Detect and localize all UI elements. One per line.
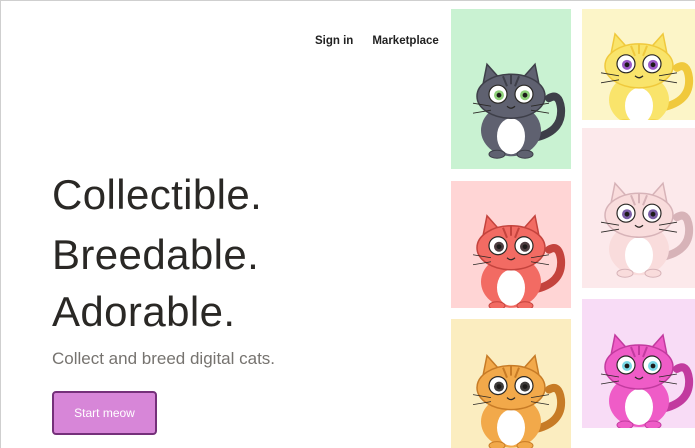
sign-in-link[interactable]: Sign in [315, 35, 353, 47]
cat-illustration [472, 353, 566, 448]
start-meow-button[interactable]: Start meow [52, 391, 157, 435]
top-nav: Sign in Marketplace [315, 35, 439, 47]
cat-illustration [472, 214, 566, 308]
cat-tile-magenta [582, 299, 695, 428]
cat-tile-orange [451, 319, 571, 448]
hero-headline-line-3: Adorable. [52, 288, 236, 335]
cat-tile-red [451, 181, 571, 308]
cat-tile-yellow [582, 9, 695, 120]
cat-illustration [472, 62, 566, 159]
hero-tagline: Collect and breed digital cats. [52, 349, 276, 368]
marketplace-link[interactable]: Marketplace [372, 35, 438, 47]
cat-tile-gray [451, 9, 571, 169]
hero-headline-line-1: Collectible. [52, 171, 263, 218]
page-frame: Sign in Marketplace Collectible. Breedab… [0, 0, 695, 448]
hero-headline-line-2: Breedable. [52, 231, 260, 278]
cat-illustration [600, 333, 694, 428]
cat-illustration [600, 32, 694, 120]
cat-illustration [600, 181, 694, 278]
cat-tile-pink [582, 128, 695, 288]
